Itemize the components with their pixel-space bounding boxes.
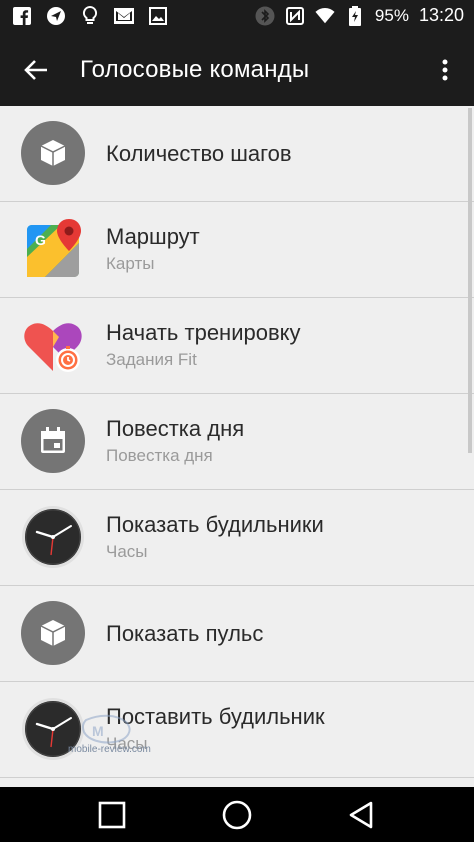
clock-time: 13:20 — [418, 5, 464, 25]
battery-percent: 95% — [374, 5, 409, 25]
list-item[interactable]: Начать тренировку Задания Fit — [0, 298, 474, 394]
recent-apps-button[interactable] — [92, 795, 132, 835]
item-subtitle: Карты — [106, 254, 155, 273]
status-bar: 95% 13:20 — [0, 0, 474, 34]
item-subtitle: Задания Fit — [106, 350, 197, 369]
item-subtitle: Повестка дня — [106, 446, 213, 465]
list-item[interactable]: Повестка дня Повестка дня — [0, 394, 474, 490]
list-item[interactable]: G Маршрут Карты — [0, 202, 474, 298]
scrollbar[interactable] — [468, 108, 472, 453]
calendar-icon — [21, 409, 85, 473]
google-fit-icon — [21, 313, 85, 377]
triangle-back-icon — [349, 801, 373, 829]
item-label: Количество шагов — [106, 141, 292, 166]
google-maps-icon: G — [21, 217, 85, 281]
svg-text:M: M — [92, 723, 104, 739]
navigation-icon — [46, 6, 66, 26]
circle-icon — [222, 800, 252, 830]
cube-icon — [21, 121, 85, 185]
overflow-menu-button[interactable] — [430, 54, 460, 86]
facebook-icon — [12, 6, 32, 26]
item-label: Маршрут — [106, 224, 200, 249]
wifi-icon — [315, 6, 335, 26]
list-item[interactable]: Показать пульс — [0, 586, 474, 682]
back-button[interactable] — [18, 54, 54, 86]
clock-icon — [21, 505, 85, 569]
bluetooth-icon — [255, 6, 275, 26]
home-button[interactable] — [217, 795, 257, 835]
back-arrow-icon — [24, 60, 47, 80]
nfc-icon — [285, 6, 305, 26]
svg-text:G: G — [35, 232, 46, 248]
notification-icons — [12, 6, 168, 26]
gmail-icon — [114, 6, 134, 26]
app-toolbar: Голосовые команды — [0, 34, 474, 106]
voice-command-list: Количество шагов G Маршрут Карты Начать … — [0, 106, 474, 778]
cube-icon — [21, 601, 85, 665]
image-icon — [148, 6, 168, 26]
square-icon — [98, 801, 126, 829]
item-label: Показать пульс — [106, 621, 264, 646]
item-label: Начать тренировку — [106, 320, 301, 345]
navigation-bar — [0, 787, 474, 842]
system-icons: 95% 13:20 — [255, 5, 464, 26]
list-item[interactable]: Количество шагов — [0, 106, 474, 202]
watermark-text: mobile-review.com — [68, 744, 151, 755]
more-vert-icon — [442, 59, 448, 81]
list-item[interactable]: Показать будильники Часы — [0, 490, 474, 586]
battery-icon — [345, 5, 365, 26]
page-title: Голосовые команды — [80, 56, 310, 83]
item-subtitle: Часы — [106, 542, 148, 561]
item-label: Показать будильники — [106, 512, 324, 537]
item-label: Повестка дня — [106, 416, 245, 441]
back-nav-button[interactable] — [342, 795, 382, 835]
bulb-icon — [80, 6, 100, 26]
